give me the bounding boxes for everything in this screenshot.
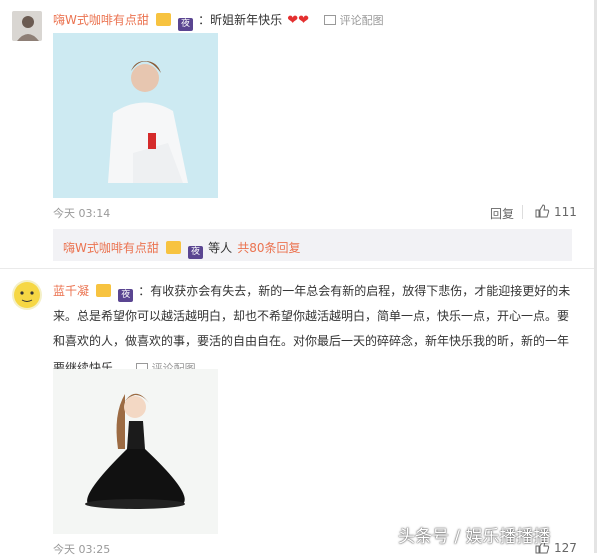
vip-badge-icon xyxy=(96,284,112,297)
comment-text-line-2: 来。总是希望你可以越活越明白，却也不希望你越活越明白，简单一点，快乐一点，开心一… xyxy=(53,309,570,323)
avatar-image xyxy=(14,282,40,308)
image-reply-link[interactable]: 评论配图 xyxy=(324,14,384,27)
comment-image[interactable] xyxy=(53,33,218,198)
night-badge-icon: 夜 xyxy=(188,246,204,259)
comment-timestamp: 今天 03:14 xyxy=(53,207,111,220)
like-button[interactable] xyxy=(534,203,550,223)
image-reply-label: 评论配图 xyxy=(339,14,384,27)
night-badge-icon: 夜 xyxy=(178,18,194,31)
watermark-text: 头条号 / 娱乐播播播 xyxy=(398,527,551,547)
comment-header: 嗨W式咖啡有点甜 夜 ：昕姐新年快乐 ❤❤ 评论配图 xyxy=(53,9,384,31)
photo-image xyxy=(53,33,218,198)
night-badge-icon: 夜 xyxy=(118,289,134,302)
comment-text-line-3: 和喜欢的人，做喜欢的事，要活的自由自在。对你最后一天的碎碎念，新年快乐我的昕，新… xyxy=(53,334,570,348)
comment-image[interactable] xyxy=(53,369,218,534)
comment-timestamp: 今天 03:25 xyxy=(53,543,111,556)
comment-body: 蓝千凝 夜 ：有收获亦会有失去，新的一年总会有新的启程，放得下悲伤，才能迎接更好… xyxy=(53,277,573,381)
commenter-avatar[interactable] xyxy=(12,11,42,41)
sub-reply-username[interactable]: 嗨W式咖啡有点甜 xyxy=(63,241,159,255)
avatar-image xyxy=(12,11,42,41)
comment-text: ：昕姐新年快乐 xyxy=(198,13,283,27)
sub-reply-label: 等人 xyxy=(208,241,233,255)
divider xyxy=(522,205,523,219)
reply-count-link[interactable]: 共80条回复 xyxy=(237,241,300,255)
commenter-avatar[interactable] xyxy=(12,280,42,310)
commenter-name[interactable]: 嗨W式咖啡有点甜 xyxy=(53,13,149,27)
comment-separator xyxy=(0,268,597,269)
reply-button[interactable]: 回复 xyxy=(490,205,514,222)
picture-icon xyxy=(324,15,337,25)
like-count: 111 xyxy=(554,205,577,219)
vip-badge-icon xyxy=(165,241,181,254)
heart-emoji: ❤❤ xyxy=(287,13,310,28)
thumbs-up-icon xyxy=(535,204,550,218)
commenter-name[interactable]: 蓝千凝 xyxy=(53,284,89,298)
sub-replies-bar[interactable]: 嗨W式咖啡有点甜 夜 等人 共80条回复 xyxy=(53,229,572,261)
comment-text-line-1: ：有收获亦会有失去，新的一年总会有新的启程，放得下悲伤，才能迎接更好的未 xyxy=(138,284,571,298)
vip-badge-icon xyxy=(155,13,171,26)
illustration-image xyxy=(53,369,218,534)
